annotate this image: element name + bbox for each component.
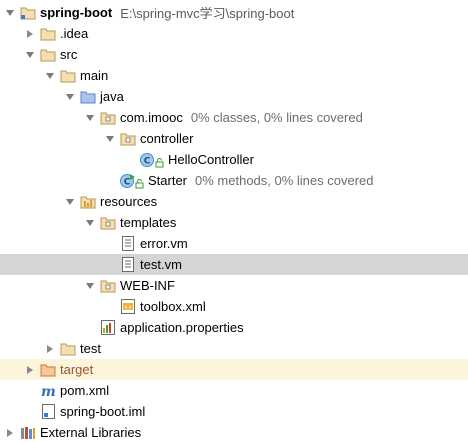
chevron-down-icon[interactable] (24, 49, 36, 61)
java-runnable-class-icon: C (120, 173, 144, 189)
tree-label-package: com.imooc (120, 110, 183, 125)
tree-node-starter[interactable]: C Starter 0% methods, 0% lines covered (0, 170, 468, 191)
tree-node-toolbox-xml[interactable]: <> toolbox.xml (0, 296, 468, 317)
tree-label-application-properties: application.properties (120, 320, 244, 335)
tree-label-test: test (80, 341, 101, 356)
tree-label-controller: controller (140, 131, 194, 146)
maven-icon: m (40, 383, 56, 399)
tree-node-resources[interactable]: resources (0, 191, 468, 212)
chevron-right-icon[interactable] (4, 427, 16, 439)
tree-node-iml[interactable]: spring-boot.iml (0, 401, 468, 422)
tree-node-target[interactable]: target (0, 359, 468, 380)
tree-label-main: main (80, 68, 109, 83)
tree-node-src[interactable]: src (0, 44, 468, 65)
tree-node-external-libraries[interactable]: External Libraries (0, 422, 468, 443)
svg-text:C: C (124, 177, 131, 187)
tree-label-hello-controller: HelloController (168, 152, 254, 167)
module-file-icon (40, 404, 56, 420)
chevron-right-icon[interactable] (24, 28, 36, 40)
tree-node-controller[interactable]: controller (0, 128, 468, 149)
tree-node-web-inf[interactable]: WEB-INF (0, 275, 468, 296)
text-file-icon (120, 257, 136, 273)
chevron-down-icon[interactable] (104, 133, 116, 145)
tree-label-resources: resources (100, 194, 158, 209)
chevron-down-icon[interactable] (64, 91, 76, 103)
svg-text:C: C (144, 156, 151, 166)
tree-node-spring-boot[interactable]: spring-boot E:\spring-mvc学习\spring-boot (0, 2, 468, 23)
package-coverage: 0% classes, 0% lines covered (190, 110, 363, 125)
folder-icon (40, 26, 56, 42)
folder-icon (60, 68, 76, 84)
tree-node-templates[interactable]: templates (0, 212, 468, 233)
tree-node-main[interactable]: main (0, 65, 468, 86)
java-class-icon: C (140, 152, 164, 168)
libraries-icon (20, 425, 36, 441)
chevron-down-icon[interactable] (84, 217, 96, 229)
folder-icon (40, 47, 56, 63)
tree-node-hello-controller[interactable]: C HelloController (0, 149, 468, 170)
tree-label-error-vm: error.vm (140, 236, 188, 251)
tree-node-application-properties[interactable]: application.properties (0, 317, 468, 338)
tree-node-error-vm[interactable]: error.vm (0, 233, 468, 254)
tree-label-target: target (60, 362, 94, 377)
tree-label-test-vm: test.vm (140, 257, 182, 272)
chevron-right-icon[interactable] (44, 343, 56, 355)
chevron-down-icon[interactable] (44, 70, 56, 82)
package-icon (100, 110, 116, 126)
tree-label-external-libraries: External Libraries (40, 425, 142, 440)
tree-node-test-vm[interactable]: test.vm (0, 254, 468, 275)
xml-file-icon: <> (120, 299, 136, 315)
svg-text:<>: <> (124, 305, 132, 311)
tree-label-iml: spring-boot.iml (60, 404, 146, 419)
chevron-down-icon[interactable] (64, 196, 76, 208)
tree-label-java: java (100, 89, 124, 104)
svg-text:m: m (41, 384, 56, 398)
tree-label-templates: templates (120, 215, 177, 230)
chevron-down-icon[interactable] (84, 112, 96, 124)
tree-node-test[interactable]: test (0, 338, 468, 359)
text-file-icon (120, 236, 136, 252)
lock-icon (135, 178, 144, 188)
chevron-down-icon[interactable] (4, 7, 16, 19)
project-tree: spring-boot E:\spring-mvc学习\spring-boot … (0, 0, 468, 443)
module-folder-icon (20, 5, 36, 21)
starter-coverage: 0% methods, 0% lines covered (195, 173, 374, 188)
excluded-folder-icon (40, 362, 56, 378)
project-name: spring-boot (40, 5, 113, 20)
properties-file-icon (100, 320, 116, 336)
package-icon (100, 215, 116, 231)
chevron-down-icon[interactable] (84, 280, 96, 292)
lock-icon (155, 157, 164, 167)
tree-label-idea: .idea (60, 26, 89, 41)
tree-label-web-inf: WEB-INF (120, 278, 175, 293)
tree-label-src: src (60, 47, 78, 62)
resources-folder-icon (80, 194, 96, 210)
package-icon (100, 278, 116, 294)
package-icon (120, 131, 136, 147)
tree-node-pom-xml[interactable]: m pom.xml (0, 380, 468, 401)
tree-node-idea[interactable]: .idea (0, 23, 468, 44)
tree-label-toolbox-xml: toolbox.xml (140, 299, 206, 314)
folder-icon (60, 341, 76, 357)
project-path: E:\spring-mvc学习\spring-boot (120, 6, 295, 21)
source-folder-icon (80, 89, 96, 105)
tree-node-package[interactable]: com.imooc 0% classes, 0% lines covered (0, 107, 468, 128)
chevron-right-icon[interactable] (24, 364, 36, 376)
tree-label-starter: Starter (148, 173, 188, 188)
tree-node-java[interactable]: java (0, 86, 468, 107)
tree-label-pom-xml: pom.xml (60, 383, 110, 398)
